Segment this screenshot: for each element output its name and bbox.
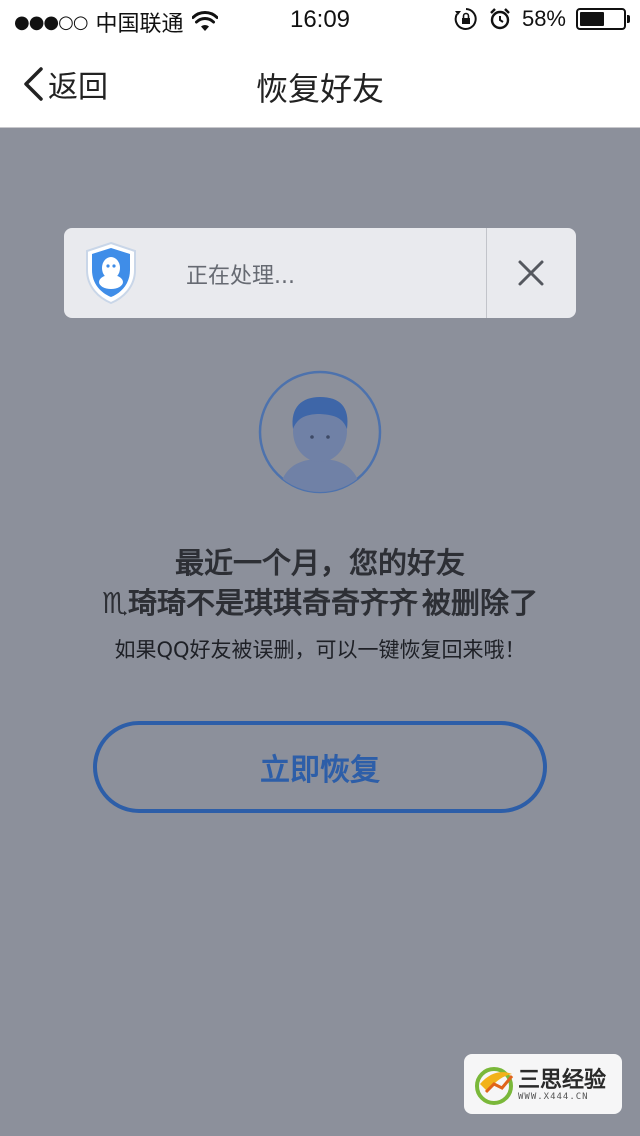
deleted-suffix: 被删除了 (421, 586, 538, 620)
battery-percent: 58% (521, 6, 566, 31)
processing-toast: 正在处理... (64, 228, 576, 318)
close-icon (518, 260, 544, 286)
person-avatar-icon (258, 370, 382, 494)
battery-icon (576, 8, 630, 30)
alarm-icon (490, 8, 510, 30)
navigation-bar: 返回 恢复好友 (0, 40, 640, 128)
rotation-lock-icon (454, 8, 477, 30)
headline-line1: 最近一个月，您的好友 (174, 546, 465, 580)
watermark-url: WWW.X444.CN (518, 1092, 589, 1102)
watermark-title: 三思经验 (518, 1067, 607, 1093)
close-button[interactable] (486, 228, 576, 318)
status-bar: ●●●○○ 中国联通 16:09 58% (0, 0, 640, 40)
headline-line2: ♏琦琦不是琪琪奇奇齐齐 被删除了 (0, 580, 640, 622)
qq-shield-icon (86, 241, 136, 305)
status-right: 58% (454, 6, 630, 32)
watermark-logo-icon (475, 1067, 514, 1105)
friend-name: ♏琦琦不是琪琪奇奇齐齐 (101, 586, 418, 620)
battery-level-fill (580, 12, 605, 26)
recovery-subtext: 如果QQ好友被误删，可以一键恢复回来哦！ (114, 638, 526, 662)
page-title: 恢复好友 (255, 70, 384, 108)
watermark: 三思经验 WWW.X444.CN (464, 1054, 622, 1114)
restore-now-button[interactable]: 立即恢复 (93, 721, 547, 813)
processing-text: 正在处理... (186, 264, 295, 289)
